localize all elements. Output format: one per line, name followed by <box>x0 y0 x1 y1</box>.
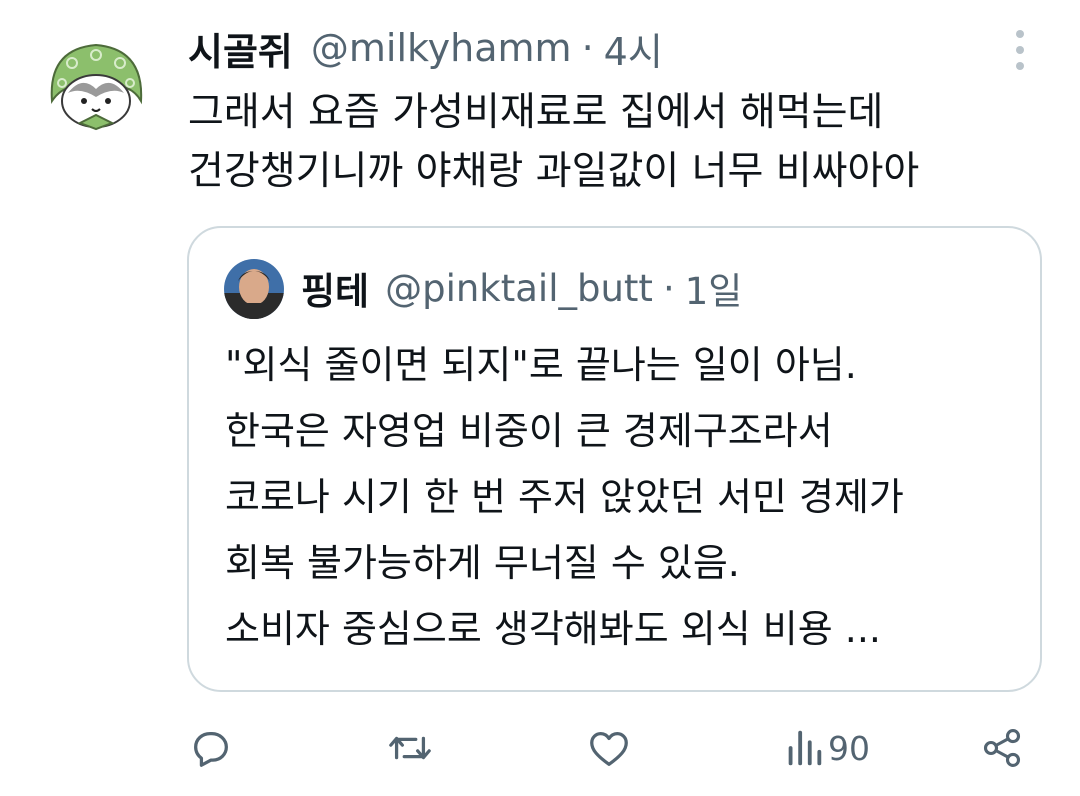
quoted-text-line: 코로나 시기 한 번 주저 앉았던 서민 경제가 <box>225 475 904 519</box>
share-icon <box>983 729 1021 767</box>
heart-icon <box>590 731 628 766</box>
views-icon <box>788 730 822 766</box>
tweet-text-line: 그래서 요즘 가성비재료로 집에서 해먹는데 <box>188 90 884 135</box>
tweet-text-line: 건강챙기니까 야채랑 과일값이 너무 비싸아아 <box>188 149 920 194</box>
views-count: 90 <box>828 728 870 768</box>
quoted-author-handle: @pinktail_butt <box>385 266 653 310</box>
quoted-author-display-name: 핑테 <box>301 270 370 313</box>
share-button[interactable] <box>980 724 1024 772</box>
more-options-icon[interactable] <box>1006 28 1034 72</box>
quoted-text-line: 회복 불가능하게 무너질 수 있음. <box>225 541 740 585</box>
tweet-header: 시골쥐 @milkyhamm · 4시 <box>188 20 663 76</box>
hamster-avatar-icon[interactable] <box>42 31 151 140</box>
quoted-text-line: 소비자 중심으로 생각해봐도 외식 비용 ... <box>225 607 881 651</box>
author-display-name[interactable]: 시골쥐 <box>188 21 293 76</box>
tweet-text: 그래서 요즘 가성비재료로 집에서 해먹는데 건강챙기니까 야채랑 과일값이 너… <box>188 83 1058 201</box>
quoted-tweet-timestamp: 1일 <box>684 270 743 313</box>
reply-icon <box>194 731 228 767</box>
quoted-author-avatar[interactable] <box>224 259 284 319</box>
quoted-text-line: "외식 줄이면 되지"로 끝나는 일이 아님. <box>225 343 857 387</box>
tweet-timestamp[interactable]: 4시 <box>604 21 663 76</box>
views-button[interactable]: 90 <box>784 724 870 772</box>
quoted-tweet-header: 핑테 @pinktail_butt · 1일 <box>301 261 742 315</box>
quoted-tweet-text: "외식 줄이면 되지"로 끝나는 일이 아님. 한국은 자영업 비중이 큰 경제… <box>225 332 1015 662</box>
quoted-text-line: 한국은 자영업 비중이 큰 경제구조라서 <box>225 409 833 453</box>
retweet-button[interactable] <box>386 724 434 772</box>
like-button[interactable] <box>586 724 632 772</box>
header-separator: · <box>581 26 594 70</box>
retweet-icon <box>389 736 431 760</box>
author-handle[interactable]: @milkyhamm <box>311 26 572 70</box>
tweet-action-bar: 90 <box>0 716 1080 780</box>
quoted-tweet-card[interactable]: 핑테 @pinktail_butt · 1일 "외식 줄이면 되지"로 끝나는 … <box>187 226 1042 692</box>
quoted-header-separator: · <box>662 266 675 310</box>
reply-button[interactable] <box>188 724 234 772</box>
